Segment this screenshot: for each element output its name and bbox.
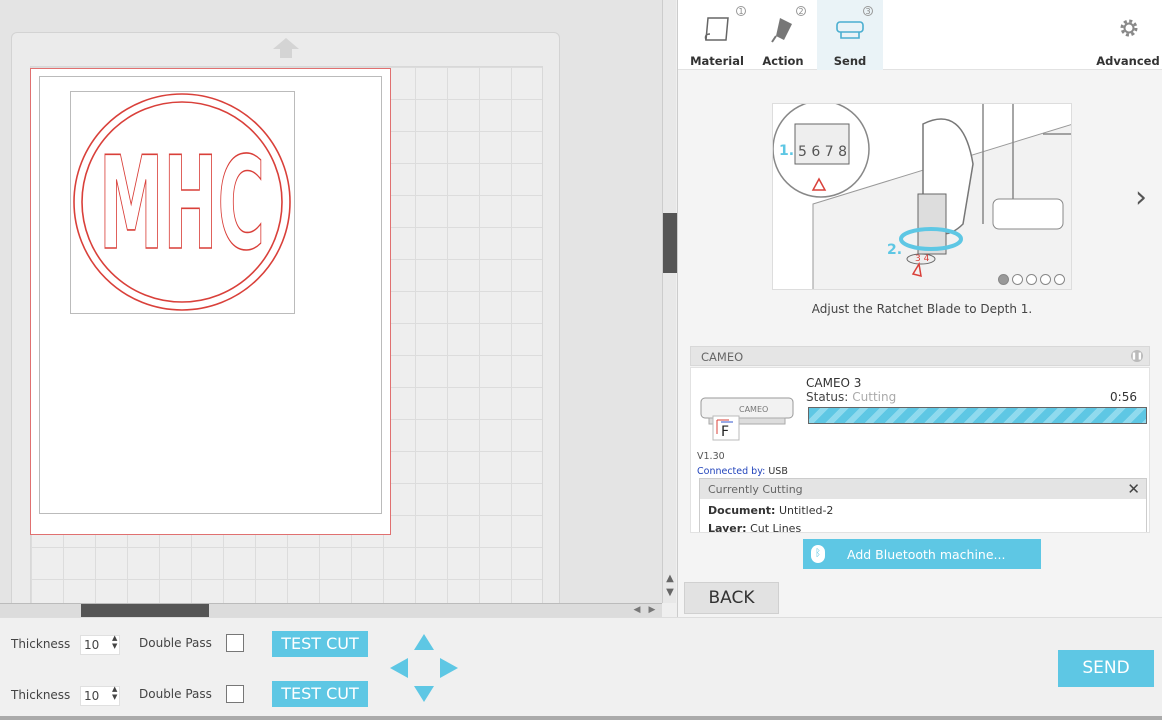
blade-action-icon xyxy=(771,18,792,43)
media-letter: F xyxy=(721,424,729,440)
tab-label: Advanced xyxy=(1096,54,1160,68)
next-step-icon[interactable]: › xyxy=(1135,180,1157,216)
feed-direction-arrow-icon xyxy=(273,38,299,58)
carousel-dot[interactable] xyxy=(1054,274,1065,285)
current-job-box: Currently Cutting ✕ Document: Untitled-2… xyxy=(699,478,1147,533)
gear-icon xyxy=(1120,19,1138,37)
tab-advanced[interactable]: Advanced xyxy=(1093,0,1162,70)
carousel-dot[interactable] xyxy=(1012,274,1023,285)
step-2-label: 2. xyxy=(887,242,902,258)
material-icon xyxy=(704,17,729,41)
panel-tabs: 1 Material 2 Action 3 Send Advanced xyxy=(678,0,1162,70)
status-value: Cutting xyxy=(852,390,897,404)
thickness-stepper-icon[interactable]: ▲ ▼ xyxy=(112,685,117,701)
tab-label: Send xyxy=(833,54,867,68)
horizontal-scrollbar[interactable]: ◀ ▶ xyxy=(0,603,662,617)
step-1-label: 1. xyxy=(779,143,794,159)
test-cut-button[interactable]: TEST CUT xyxy=(272,681,368,707)
blade-position-dpad[interactable] xyxy=(388,632,460,704)
move-right-icon[interactable] xyxy=(440,658,458,678)
monogram-design[interactable]: MHC xyxy=(71,92,296,315)
status-line: Status: Cutting xyxy=(806,390,896,404)
layer-value: Cut Lines xyxy=(750,522,802,533)
monogram-text: MHC xyxy=(99,130,265,279)
double-pass-label: Double Pass xyxy=(139,636,212,650)
vertical-scrollbar[interactable]: ▲ ▼ xyxy=(662,0,677,603)
double-pass-label: Double Pass xyxy=(139,687,212,701)
test-cut-button[interactable]: TEST CUT xyxy=(272,631,368,657)
vertical-scroll-thumb[interactable] xyxy=(663,213,677,273)
tab-step-number: 1 xyxy=(736,6,746,16)
tab-material[interactable]: 1 Material xyxy=(684,0,750,70)
carousel-dot[interactable] xyxy=(998,274,1009,285)
close-icon[interactable]: ✕ xyxy=(1127,480,1140,498)
tab-action[interactable]: 2 Action xyxy=(750,0,816,70)
bluetooth-button-label: Add Bluetooth machine... xyxy=(847,547,1006,562)
carousel-dot[interactable] xyxy=(1026,274,1037,285)
firmware-version: V1.30 xyxy=(697,451,725,462)
time-remaining: 0:56 xyxy=(1110,390,1137,404)
taskbar-strip xyxy=(0,716,1162,720)
move-up-icon[interactable] xyxy=(414,634,434,650)
tab-label: Action xyxy=(762,54,804,68)
dial-digits: 5 6 7 8 xyxy=(798,144,847,160)
back-button[interactable]: BACK xyxy=(684,582,779,614)
double-pass-checkbox[interactable] xyxy=(226,634,244,652)
design-canvas[interactable]: MHC xyxy=(0,0,662,603)
current-job-title: Currently Cutting xyxy=(708,483,803,496)
move-down-icon[interactable] xyxy=(414,686,434,702)
instruction-text: Adjust the Ratchet Blade to Depth 1. xyxy=(811,302,1033,316)
thickness-stepper-icon[interactable]: ▲ ▼ xyxy=(112,634,117,650)
horizontal-scroll-thumb[interactable] xyxy=(81,604,209,617)
scroll-up-icon[interactable]: ▲ xyxy=(663,572,677,586)
scroll-right-icon[interactable]: ▶ xyxy=(645,604,659,617)
send-button[interactable]: SEND xyxy=(1058,650,1154,687)
tab-step-number: 2 xyxy=(796,6,806,16)
pause-icon[interactable]: ❚❚ xyxy=(1131,350,1143,362)
device-section-header: CAMEO ❚❚ xyxy=(690,346,1150,366)
tab-step-number: 3 xyxy=(863,6,873,16)
thickness-label: Thickness xyxy=(11,637,71,651)
job-document-row: Document: Untitled-2 xyxy=(708,504,833,517)
send-panel: 1 Material 2 Action 3 Send Advanced 3 4 … xyxy=(677,0,1162,620)
connection-value: USB xyxy=(768,466,788,477)
device-section-title: CAMEO xyxy=(701,350,744,364)
current-job-header: Currently Cutting ✕ xyxy=(700,479,1146,499)
add-bluetooth-machine-button[interactable]: ᛒ Add Bluetooth machine... xyxy=(803,539,1041,569)
connection-label: Connected by: xyxy=(697,466,766,477)
cameo-machine-image: CAMEO F xyxy=(700,397,794,441)
tab-label: Material xyxy=(690,54,744,68)
scroll-down-icon[interactable]: ▼ xyxy=(663,586,677,600)
scroll-left-icon[interactable]: ◀ xyxy=(630,604,644,617)
status-label: Status: xyxy=(806,390,849,404)
device-status-card: CAMEO F CAMEO 3 Status: Cutting 0:56 V1.3… xyxy=(690,367,1150,533)
media-page: MHC xyxy=(30,68,391,535)
send-machine-icon xyxy=(836,21,864,39)
dial-small-digits: 3 4 xyxy=(915,254,930,264)
design-selection-box[interactable]: MHC xyxy=(70,91,295,314)
job-layer-row: Layer: Cut Lines xyxy=(708,522,802,533)
tab-send[interactable]: 3 Send xyxy=(817,0,883,70)
carousel-dot[interactable] xyxy=(1040,274,1051,285)
machine-name: CAMEO 3 xyxy=(806,376,862,390)
layer-label: Layer: xyxy=(708,522,747,533)
document-label: Document: xyxy=(708,504,776,517)
bluetooth-icon: ᛒ xyxy=(811,545,825,563)
connection-info: Connected by: USB xyxy=(697,466,788,477)
move-left-icon[interactable] xyxy=(390,658,408,678)
cut-progress-bar xyxy=(808,407,1147,424)
double-pass-checkbox[interactable] xyxy=(226,685,244,703)
thickness-label: Thickness xyxy=(11,688,71,702)
cut-settings-bar: Thickness 10 ▲ ▼ Double Pass TEST CUT Thi… xyxy=(0,617,1162,720)
machine-brand-text: CAMEO xyxy=(739,405,768,414)
instruction-illustration: 3 4 5 6 7 8 1. 2. xyxy=(772,103,1072,290)
document-value: Untitled-2 xyxy=(778,504,834,517)
